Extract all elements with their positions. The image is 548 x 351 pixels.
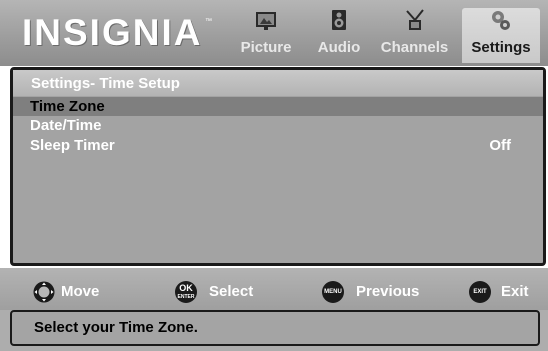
status-message-box: Select your Time Zone. xyxy=(10,310,540,346)
insignia-logo: INSIGNIA xyxy=(22,12,203,53)
help-previous-label: Previous xyxy=(356,283,420,300)
tab-channels[interactable]: Channels xyxy=(375,8,454,63)
speaker-icon xyxy=(332,10,346,30)
tab-picture[interactable]: Picture xyxy=(233,8,299,63)
help-area: Move OK ENTER Select MENU Previous EXIT … xyxy=(0,268,548,351)
menu-item-label: Sleep Timer xyxy=(30,137,115,154)
tab-audio[interactable]: Audio xyxy=(311,8,367,63)
tab-audio-label: Audio xyxy=(317,39,361,56)
menu-item-date-time[interactable]: Date/Time xyxy=(13,116,543,135)
gears-icon xyxy=(492,11,510,30)
help-bar: Move OK ENTER Select MENU Previous EXIT … xyxy=(0,268,548,310)
menu-item-time-zone[interactable]: Time Zone xyxy=(13,97,543,116)
help-exit-label: Exit xyxy=(501,283,529,300)
header-bar: INSIGNIA ™ Picture Audio Channels Settin… xyxy=(0,0,548,66)
menu-key-icon: MENU xyxy=(322,281,344,303)
trademark-mark: ™ xyxy=(205,18,212,25)
tab-settings-label: Settings xyxy=(471,39,531,56)
help-select-label: Select xyxy=(209,283,254,300)
tab-picture-label: Picture xyxy=(240,39,292,56)
tab-settings[interactable]: Settings xyxy=(462,8,540,63)
ok-enter-icon: OK ENTER xyxy=(175,281,197,303)
panel-title: Settings- Time Setup xyxy=(31,75,180,92)
menu-item-label: Date/Time xyxy=(30,117,102,134)
menu-item-sleep-timer[interactable]: Sleep Timer Off xyxy=(13,136,543,155)
enter-key-label: ENTER xyxy=(177,294,195,300)
menu-item-value: Off xyxy=(489,137,511,154)
exit-key-icon: EXIT xyxy=(469,281,491,303)
tab-channels-label: Channels xyxy=(380,39,449,56)
antenna-icon xyxy=(405,9,424,30)
ok-key-label: OK xyxy=(179,283,193,293)
status-message: Select your Time Zone. xyxy=(34,319,198,336)
tv-settings-screen: INSIGNIA ™ Picture Audio Channels Settin… xyxy=(0,0,548,351)
picture-icon xyxy=(256,12,276,30)
settings-panel: Settings- Time Setup Time Zone Date/Time… xyxy=(10,67,546,266)
help-move-label: Move xyxy=(61,283,100,300)
panel-title-bar: Settings- Time Setup xyxy=(13,70,543,96)
menu-item-label: Time Zone xyxy=(30,98,105,115)
dpad-icon xyxy=(33,281,55,303)
